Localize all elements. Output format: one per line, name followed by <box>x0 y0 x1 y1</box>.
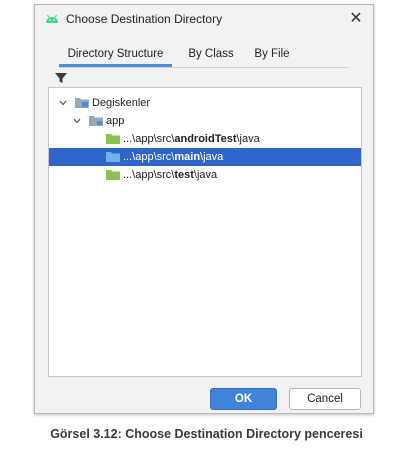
tree-label-root: Degiskenler <box>92 97 151 109</box>
filter-icon[interactable] <box>54 71 68 85</box>
directory-tree[interactable]: Degiskenler app ...\app\src\androidTest\… <box>48 87 362 377</box>
ok-button[interactable]: OK <box>210 388 277 410</box>
tab-by-file[interactable]: By File <box>247 45 297 67</box>
module-folder-icon <box>89 116 103 126</box>
source-folder-icon <box>106 152 120 162</box>
tree-node-module[interactable]: app <box>49 112 361 130</box>
choose-destination-dialog: Choose Destination Directory ✕ Directory… <box>34 4 374 414</box>
tab-directory-structure[interactable]: Directory Structure <box>59 45 172 67</box>
test-source-folder-icon <box>106 134 120 144</box>
chevron-down-icon[interactable] <box>72 116 82 126</box>
cancel-button[interactable]: Cancel <box>289 388 361 410</box>
close-icon: ✕ <box>349 10 363 27</box>
android-icon <box>46 14 58 23</box>
tree-node-androidtest[interactable]: ...\app\src\androidTest\java <box>49 130 361 148</box>
tree-node-test[interactable]: ...\app\src\test\java <box>49 166 361 184</box>
title-bar: Choose Destination Directory ✕ <box>35 5 373 33</box>
close-button[interactable]: ✕ <box>345 8 367 30</box>
tree-label-path: ...\app\src\androidTest\java <box>123 133 260 145</box>
tab-divider <box>59 67 349 68</box>
project-folder-icon <box>75 98 89 108</box>
tree-label-path: ...\app\src\main\java <box>123 151 224 163</box>
tree-label-path: ...\app\src\test\java <box>123 169 218 181</box>
dialog-title: Choose Destination Directory <box>66 12 223 26</box>
tree-label-module: app <box>106 115 125 127</box>
figure-caption: Görsel 3.12: Choose Destination Director… <box>50 427 363 441</box>
tree-node-root[interactable]: Degiskenler <box>49 94 361 112</box>
tree-node-main[interactable]: ...\app\src\main\java <box>49 148 361 166</box>
test-source-folder-icon <box>106 170 120 180</box>
tab-by-class[interactable]: By Class <box>183 45 239 67</box>
chevron-down-icon[interactable] <box>58 98 68 108</box>
